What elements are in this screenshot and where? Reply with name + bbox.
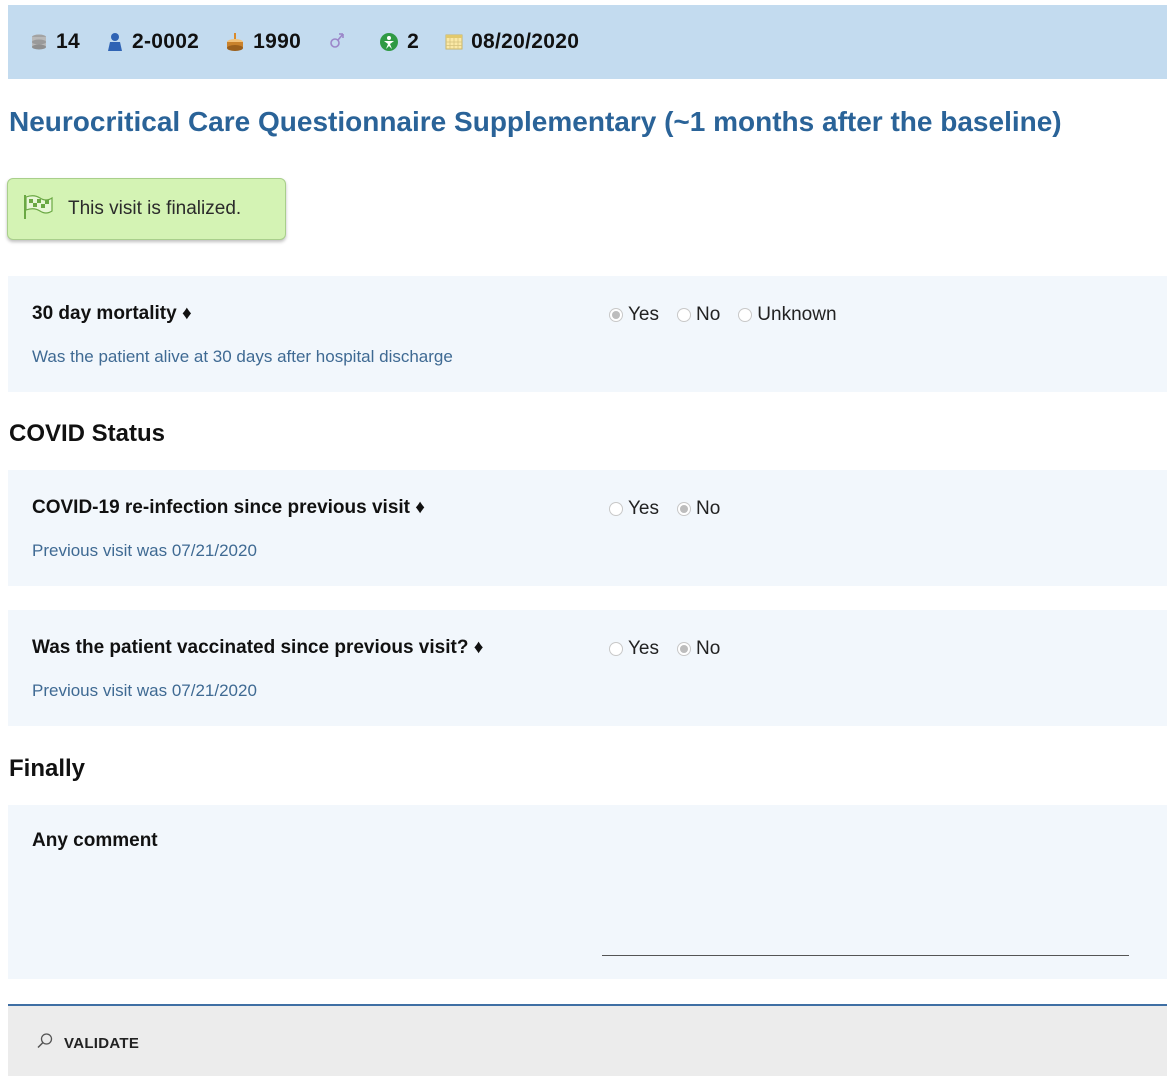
cake-icon	[225, 32, 245, 52]
section-heading-covid: COVID Status	[9, 420, 166, 447]
question-label: Was the patient vaccinated since previou…	[32, 637, 484, 658]
vaccinated-radio-group: Yes No	[609, 638, 738, 660]
question-comment: Any comment	[8, 805, 1167, 979]
radio-no[interactable]: No	[677, 638, 720, 660]
radio-label: Unknown	[757, 304, 837, 325]
gender-item	[327, 32, 353, 52]
validate-button[interactable]: VALIDATE	[36, 1032, 139, 1055]
question-reinfection: COVID-19 re-infection since previous vis…	[8, 470, 1167, 586]
radio-unknown[interactable]: Unknown	[738, 304, 837, 326]
status-badge: This visit is finalized.	[7, 178, 286, 240]
radio-button[interactable]	[677, 642, 691, 656]
question-label: Any comment	[32, 830, 158, 851]
birth-year: 1990	[253, 30, 302, 53]
radio-label: No	[696, 498, 721, 519]
question-label: COVID-19 re-infection since previous vis…	[32, 497, 425, 518]
radio-label: No	[696, 304, 721, 325]
radio-yes[interactable]: Yes	[609, 304, 659, 326]
patient-id-item: 2-0002	[106, 30, 199, 54]
group-item: 2	[379, 30, 419, 54]
patient-id: 2-0002	[131, 30, 200, 53]
validate-label: VALIDATE	[64, 1035, 140, 1052]
radio-label: Yes	[628, 638, 659, 659]
radio-label: Yes	[628, 304, 659, 325]
radio-button[interactable]	[738, 308, 753, 322]
radio-yes[interactable]: Yes	[609, 498, 659, 520]
group-icon	[379, 32, 399, 52]
visit-number-item: 14	[30, 30, 80, 54]
birth-year-item: 1990	[225, 30, 301, 54]
gender-icon	[327, 32, 345, 52]
question-help: Was the patient alive at 30 days after h…	[32, 347, 453, 366]
radio-button[interactable]	[609, 642, 623, 656]
visit-date: 08/20/2020	[471, 30, 580, 53]
reinfection-radio-group: Yes No	[609, 498, 738, 520]
visit-number: 14	[56, 30, 80, 53]
group-number: 2	[407, 30, 420, 53]
status-badge-text: This visit is finalized.	[68, 198, 242, 219]
page-title: Neurocritical Care Questionnaire Supplem…	[9, 106, 1062, 137]
radio-no[interactable]: No	[677, 304, 720, 326]
radio-button[interactable]	[609, 502, 623, 516]
radio-label: Yes	[628, 498, 659, 519]
radio-yes[interactable]: Yes	[609, 638, 659, 660]
radio-no[interactable]: No	[677, 498, 720, 520]
question-help: Previous visit was 07/21/2020	[32, 681, 257, 700]
patient-info-bar: 14 2-0002 1990 2 08/20/2020	[8, 5, 1167, 79]
checkered-flag-icon	[22, 194, 54, 225]
section-heading-finally: Finally	[9, 755, 86, 782]
question-vaccinated: Was the patient vaccinated since previou…	[8, 610, 1167, 726]
radio-button[interactable]	[677, 308, 691, 322]
calendar-icon	[445, 33, 463, 51]
question-help: Previous visit was 07/21/2020	[32, 541, 257, 560]
person-icon	[106, 32, 124, 52]
footer-toolbar: VALIDATE	[8, 1004, 1167, 1076]
magnifier-icon	[36, 1032, 54, 1055]
mortality-radio-group: Yes No Unknown	[609, 304, 855, 326]
database-icon	[30, 33, 48, 51]
radio-button[interactable]	[609, 308, 623, 322]
visit-date-item: 08/20/2020	[445, 30, 579, 54]
radio-button[interactable]	[677, 502, 691, 516]
radio-label: No	[696, 638, 721, 659]
question-mortality: 30 day mortality ♦ Was the patient alive…	[8, 276, 1167, 392]
comment-input[interactable]	[602, 955, 1129, 956]
question-label: 30 day mortality ♦	[32, 303, 192, 324]
